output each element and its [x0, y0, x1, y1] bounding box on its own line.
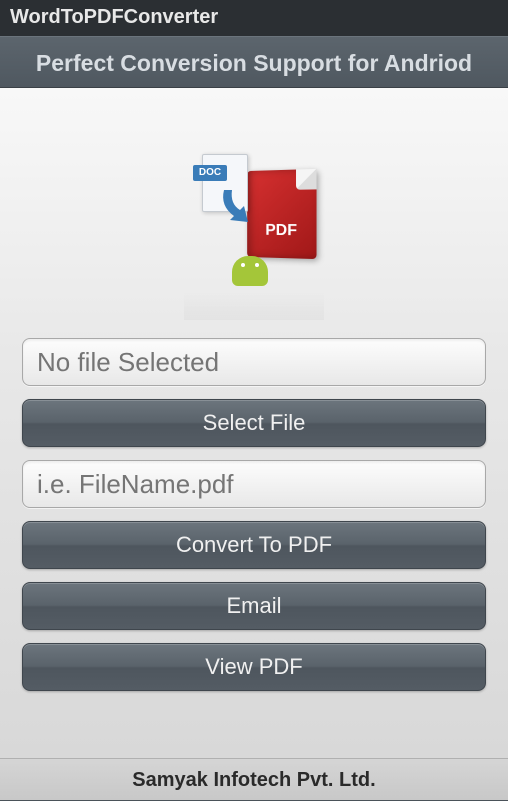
header-banner: Perfect Conversion Support for Andriod — [0, 36, 508, 88]
tagline: Perfect Conversion Support for Andriod — [36, 50, 472, 76]
conversion-logo-icon: PDF DOC — [184, 148, 324, 298]
company-name: Samyak Infotech Pvt. Ltd. — [132, 769, 375, 791]
app-title: WordToPDFConverter — [10, 6, 218, 28]
controls: Select File Convert To PDF Email View PD… — [22, 338, 486, 691]
view-pdf-button[interactable]: View PDF — [22, 643, 486, 691]
footer: Samyak Infotech Pvt. Ltd. — [0, 758, 508, 800]
output-filename-input[interactable] — [22, 460, 486, 508]
logo-area: PDF DOC — [22, 108, 486, 338]
email-button[interactable]: Email — [22, 582, 486, 630]
convert-to-pdf-button[interactable]: Convert To PDF — [22, 521, 486, 569]
main-content: PDF DOC Select File Convert To PDF Email… — [0, 88, 508, 758]
status-bar: WordToPDFConverter — [0, 0, 508, 36]
android-icon — [232, 256, 268, 286]
selected-file-input[interactable] — [22, 338, 486, 386]
select-file-button[interactable]: Select File — [22, 399, 486, 447]
conversion-arrow-icon — [218, 184, 262, 228]
doc-label: DOC — [193, 165, 227, 181]
